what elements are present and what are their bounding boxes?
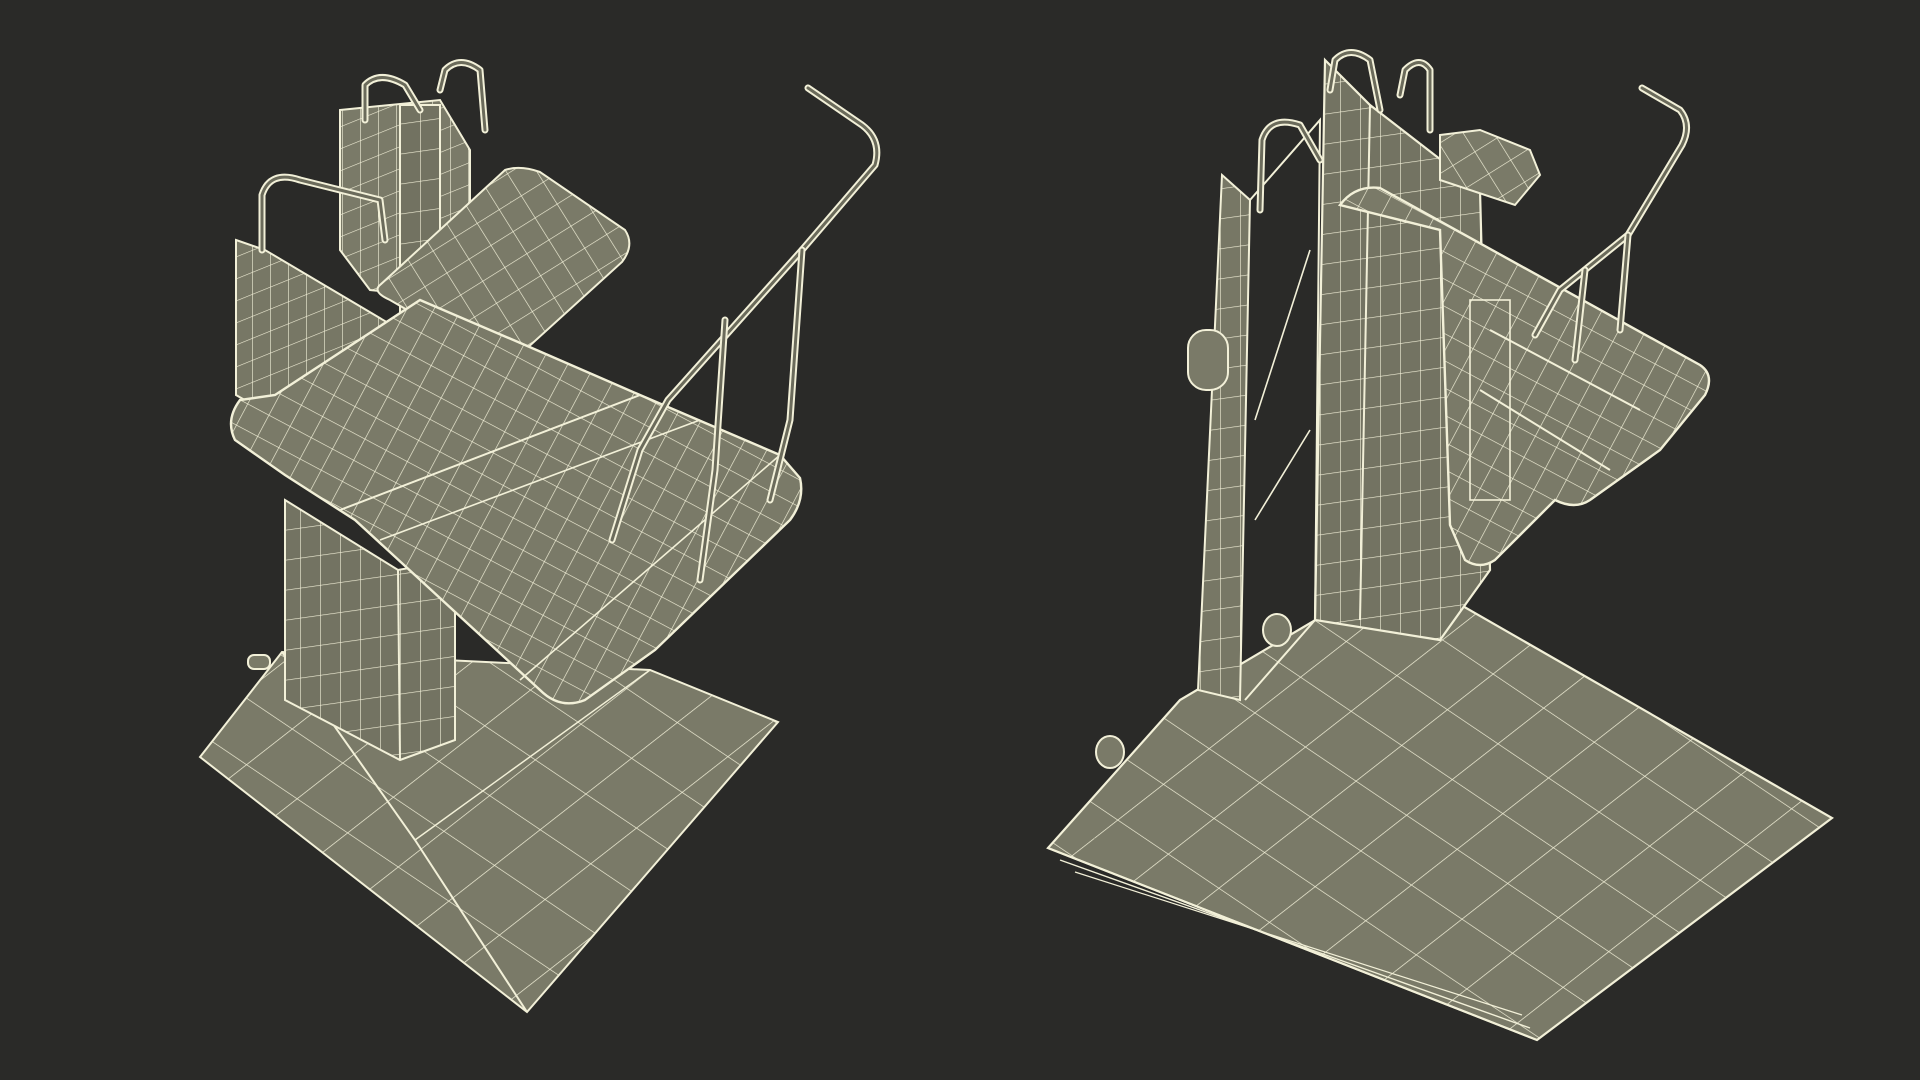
diving-platform-top-view — [198, 59, 881, 1014]
base-knob — [247, 654, 271, 670]
side-cylinder — [1187, 329, 1229, 391]
diving-platform-bottom-view — [1046, 49, 1834, 1042]
viewport — [0, 0, 1920, 1080]
base-plate — [198, 650, 780, 1014]
wireframe-render — [198, 49, 1834, 1042]
